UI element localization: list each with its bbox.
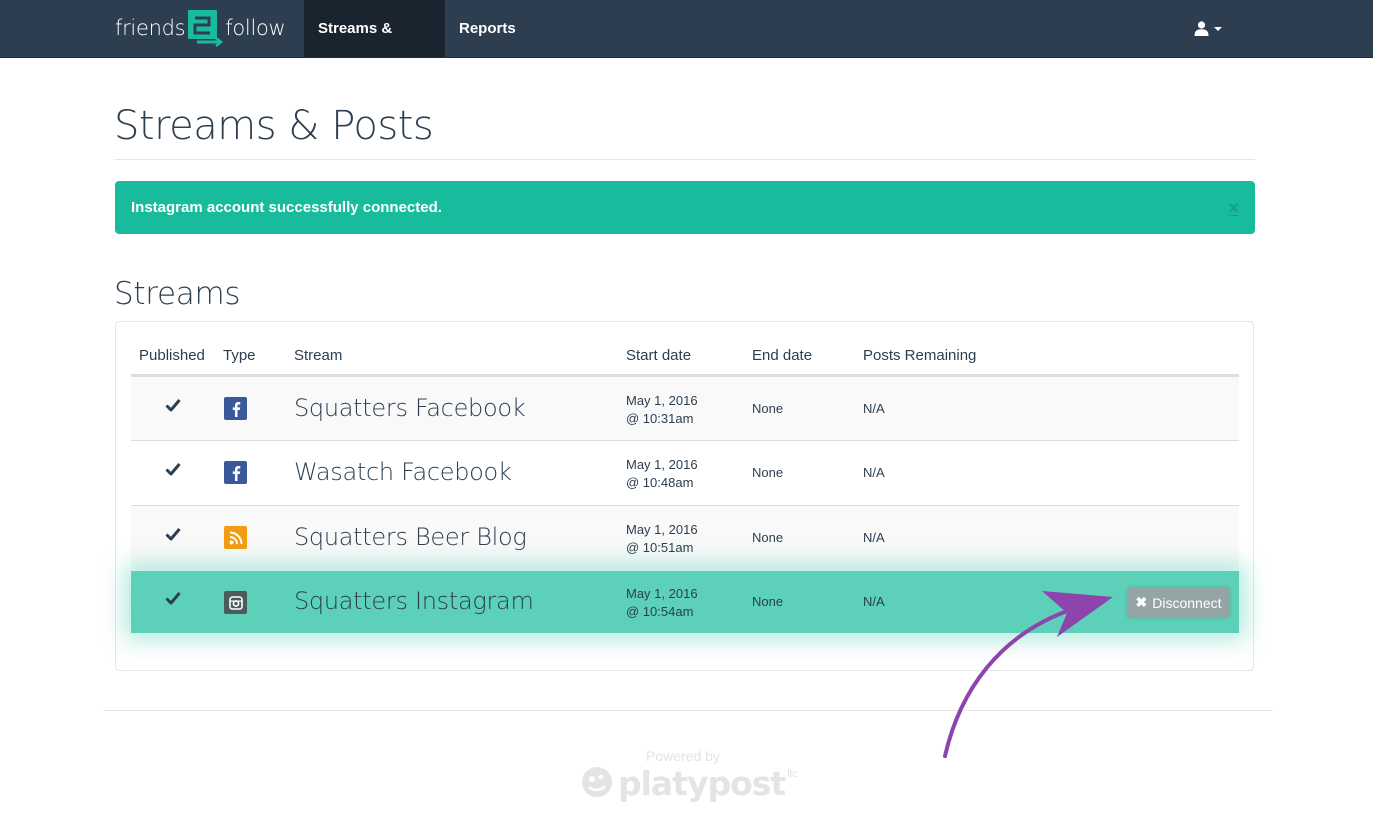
column-header-type: Type bbox=[223, 347, 256, 364]
instagram-icon bbox=[224, 591, 247, 614]
start-date-time: @ 10:48am bbox=[626, 475, 694, 490]
platypus-logo-icon bbox=[582, 767, 612, 797]
brand-word-right: follow bbox=[225, 16, 286, 40]
start-date-time: @ 10:51am bbox=[626, 540, 694, 555]
start-date-day: May 1, 2016 bbox=[626, 522, 698, 537]
start-date-day: May 1, 2016 bbox=[626, 586, 698, 601]
table-row[interactable]: Squatters Beer Blog May 1, 2016 @ 10:51a… bbox=[131, 505, 1239, 569]
close-icon: ✖ bbox=[1135, 594, 1148, 610]
start-date-time: @ 10:54am bbox=[626, 604, 694, 619]
success-alert: Instagram account successfully connected… bbox=[115, 181, 1255, 234]
table-row[interactable]: Squatters Facebook May 1, 2016 @ 10:31am… bbox=[131, 376, 1239, 440]
platypost-logo[interactable]: platypost llc bbox=[580, 764, 798, 803]
stream-name[interactable]: Wasatch Facebook bbox=[294, 458, 512, 486]
published-check-icon bbox=[165, 591, 181, 610]
table-row[interactable]: Wasatch Facebook May 1, 2016 @ 10:48am N… bbox=[131, 440, 1239, 504]
platypost-llc: llc bbox=[787, 768, 798, 780]
end-date: None bbox=[752, 401, 784, 416]
facebook-icon bbox=[224, 461, 247, 484]
start-date: May 1, 2016 @ 10:48am bbox=[626, 456, 698, 492]
streams-heading: Streams bbox=[114, 276, 241, 312]
column-header-end-date: End date bbox=[752, 347, 813, 364]
facebook-icon bbox=[224, 397, 247, 420]
title-divider bbox=[115, 159, 1255, 160]
end-date: None bbox=[752, 530, 784, 545]
nav-reports[interactable]: Reports bbox=[445, 0, 530, 57]
end-date: None bbox=[752, 594, 784, 609]
column-header-posts-remaining: Posts Remaining bbox=[863, 347, 977, 364]
alert-message: Instagram account successfully connected… bbox=[131, 199, 442, 216]
posts-remaining: N/A bbox=[863, 530, 885, 545]
published-check-icon bbox=[165, 462, 181, 481]
disconnect-button[interactable]: ✖ Disconnect bbox=[1127, 587, 1230, 618]
published-check-icon bbox=[165, 398, 181, 417]
posts-remaining: N/A bbox=[863, 401, 885, 416]
column-header-stream: Stream bbox=[294, 347, 343, 364]
user-menu[interactable] bbox=[1194, 17, 1222, 39]
published-check-icon bbox=[165, 527, 181, 546]
end-date: None bbox=[752, 465, 784, 480]
brand-word-left: friends bbox=[115, 16, 186, 40]
annotation-arrow-icon bbox=[943, 591, 1113, 758]
start-date: May 1, 2016 @ 10:51am bbox=[626, 521, 698, 557]
start-date-day: May 1, 2016 bbox=[626, 393, 698, 408]
user-icon bbox=[1194, 20, 1209, 36]
nav-streams-posts[interactable]: Streams & Posts bbox=[304, 0, 445, 94]
start-date-time: @ 10:31am bbox=[626, 411, 694, 426]
platypost-wordmark: platypost bbox=[618, 764, 786, 803]
stream-name[interactable]: Squatters Facebook bbox=[294, 394, 526, 422]
rss-icon bbox=[224, 526, 247, 549]
stream-name[interactable]: Squatters Instagram bbox=[294, 587, 534, 615]
start-date: May 1, 2016 @ 10:54am bbox=[626, 585, 698, 621]
page-title: Streams & Posts bbox=[114, 103, 434, 149]
chevron-down-icon bbox=[1214, 27, 1222, 31]
column-header-start-date: Start date bbox=[626, 347, 692, 364]
brand-logo[interactable]: friends 2 follow bbox=[115, 8, 286, 48]
powered-by-text: Powered by bbox=[646, 748, 720, 764]
brand-2-logo-icon: 2 bbox=[188, 10, 224, 47]
column-header-published: Published bbox=[139, 347, 205, 364]
posts-remaining: N/A bbox=[863, 594, 885, 609]
alert-close-button[interactable]: × bbox=[1228, 198, 1239, 219]
start-date: May 1, 2016 @ 10:31am bbox=[626, 392, 698, 428]
stream-name[interactable]: Squatters Beer Blog bbox=[294, 523, 527, 551]
disconnect-label: Disconnect bbox=[1152, 594, 1222, 611]
posts-remaining: N/A bbox=[863, 465, 885, 480]
top-navbar: friends 2 follow Streams & Posts Reports bbox=[0, 0, 1373, 94]
start-date-day: May 1, 2016 bbox=[626, 457, 698, 472]
